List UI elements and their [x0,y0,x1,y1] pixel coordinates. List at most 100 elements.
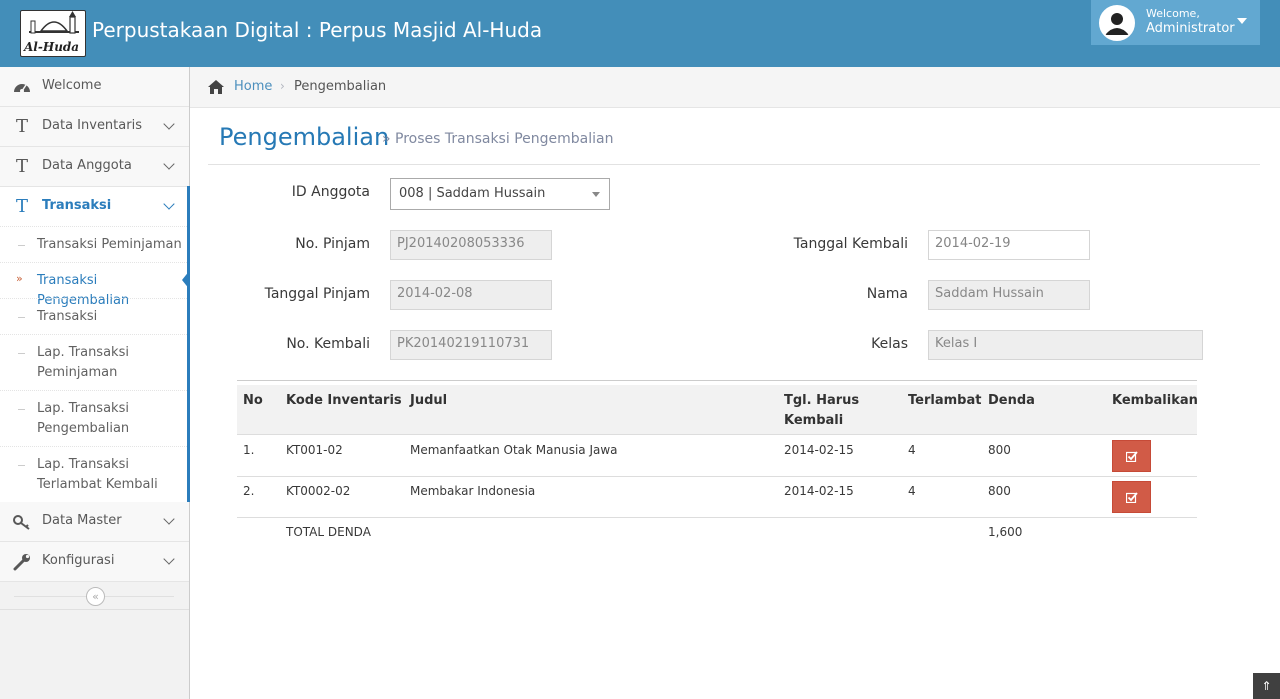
page-subtitle: » Proses Transaksi Pengembalian [382,131,614,147]
sidebar-item-data-master[interactable]: Data Master [0,502,189,542]
cell-denda: 800 [988,484,1011,498]
column-header-kode: Kode Inventaris [286,393,402,408]
check-square-icon [1126,451,1138,462]
text-icon: T [15,196,28,217]
breadcrumb-separator-icon: › [280,79,285,93]
column-header-kembalikan: Kembalikan [1112,393,1198,408]
text-icon: T [15,156,28,177]
sidebar-divider [0,609,189,610]
user-name: Administrator [1146,21,1235,36]
column-header-denda: Denda [988,393,1035,408]
no-pinjam-label: No. Pinjam [295,236,370,252]
column-header-tgl-line2: Kembali [784,413,844,428]
transaksi-submenu: Transaksi Peminjaman » Transaksi Pengemb… [0,226,189,502]
cell-kode: KT0002-02 [286,484,351,498]
no-kembali-field[interactable]: PK20140219110731 [390,330,552,360]
tanggal-kembali-field[interactable]: 2014-02-19 [928,230,1090,260]
column-header-tgl: Tgl. Harus Kembali [784,391,859,431]
tanggal-pinjam-label: Tanggal Pinjam [264,286,370,302]
sidebar-item-transaksi[interactable]: T Transaksi [0,187,189,227]
user-menu[interactable]: Welcome, Administrator [1091,0,1260,45]
submenu-dash [18,353,25,354]
app-title[interactable]: Perpustakaan Digital : Perpus Masjid Al-… [92,18,542,42]
return-button[interactable] [1112,440,1151,472]
wrench-icon [12,553,32,571]
caret-down-icon [1237,18,1247,24]
sidebar-item-label: Transaksi [42,198,112,213]
scroll-to-top-icon[interactable]: ⇑ [1253,673,1280,699]
cell-judul: Memanfaatkan Otak Manusia Jawa [410,443,618,457]
no-kembali-label: No. Kembali [286,336,370,352]
submenu-dash [18,409,25,410]
keys-icon [12,513,32,531]
table-row [237,477,1197,518]
id-anggota-select[interactable]: 008 | Saddam Hussain [390,178,610,210]
submenu-item-lap-peminjaman[interactable]: Lap. Transaksi Peminjaman [0,334,187,390]
select-caret-icon [592,192,600,197]
breadcrumb-home-link[interactable]: Home [234,79,272,94]
sidebar-item-label: Data Master [42,513,122,528]
cell-judul: Membakar Indonesia [410,484,536,498]
submenu-dash [18,465,25,466]
submenu-item-transaksi-pengembalian[interactable]: » Transaksi Pengembalian [0,262,187,308]
sidebar: Welcome T Data Inventaris T Data Anggota… [0,67,190,699]
no-pinjam-field[interactable]: PJ20140208053336 [390,230,552,260]
submenu-item-transaksi-peminjaman[interactable]: Transaksi Peminjaman [0,226,187,262]
kelas-field[interactable]: Kelas I [928,330,1203,360]
submenu-dash [18,245,25,246]
sidebar-item-data-anggota[interactable]: T Data Anggota [0,147,189,187]
chevron-down-icon [163,158,175,170]
cell-tgl: 2014-02-15 [784,484,854,498]
sidebar-item-label: Welcome [42,78,102,93]
sidebar-item-welcome[interactable]: Welcome [0,67,189,107]
sidebar-item-data-inventaris[interactable]: T Data Inventaris [0,107,189,147]
tanggal-pinjam-field[interactable]: 2014-02-08 [390,280,552,310]
dashboard-icon [12,78,32,96]
submenu-dash [18,317,25,318]
user-silhouette-icon [1101,7,1133,39]
total-denda-label: TOTAL DENDA [286,525,371,539]
top-navbar: Al-Huda Perpustakaan Digital : Perpus Ma… [0,0,1280,67]
double-angle-right-icon: » [16,272,23,285]
id-anggota-label: ID Anggota [291,184,370,200]
submenu-item-label: Lap. Transaksi Terlambat Kembali [37,457,158,492]
column-header-no: No [243,393,263,408]
table-row [237,436,1197,477]
cell-kode: KT001-02 [286,443,343,457]
avatar [1099,5,1135,41]
sidebar-item-label: Konfigurasi [42,553,115,568]
column-header-tgl-line1: Tgl. Harus [784,393,860,408]
return-button[interactable] [1112,481,1151,513]
submenu-item-label: Transaksi Peminjaman [37,237,182,252]
user-welcome-text: Welcome, [1146,7,1200,20]
home-icon[interactable] [207,79,225,95]
column-header-terlambat: Terlambat [908,393,982,408]
submenu-item-lap-terlambat[interactable]: Lap. Transaksi Terlambat Kembali [0,446,187,502]
submenu-item-label: Lap. Transaksi Pengembalian [37,401,130,436]
submenu-item-transaksi[interactable]: Transaksi [0,298,187,334]
page-title: Pengembalian [219,123,390,151]
nama-field[interactable]: Saddam Hussain [928,280,1090,310]
sidebar-item-label: Data Inventaris [42,118,142,133]
submenu-item-label: Transaksi [37,309,98,324]
kelas-label: Kelas [871,336,908,352]
cell-denda: 800 [988,443,1011,457]
chevron-down-icon [163,553,175,565]
cell-tgl: 2014-02-15 [784,443,854,457]
table-top-border [237,380,1197,381]
breadcrumb-current: Pengembalian [294,79,387,94]
sidebar-item-konfigurasi[interactable]: Konfigurasi [0,542,189,582]
tanggal-kembali-label: Tanggal Kembali [793,236,908,252]
text-icon: T [15,116,28,137]
submenu-item-lap-pengembalian[interactable]: Lap. Transaksi Pengembalian [0,390,187,446]
cell-no: 1. [243,443,255,457]
submenu-item-label: Lap. Transaksi Peminjaman [37,345,129,380]
cell-terlambat: 4 [908,443,916,457]
chevron-down-icon [163,513,175,525]
sidebar-item-label: Data Anggota [42,158,132,173]
nama-label: Nama [866,286,908,302]
check-square-icon [1126,492,1138,503]
collapse-sidebar-icon[interactable]: « [86,587,105,606]
library-logo[interactable]: Al-Huda [20,10,86,57]
breadcrumb: Home › Pengembalian [190,67,1280,108]
